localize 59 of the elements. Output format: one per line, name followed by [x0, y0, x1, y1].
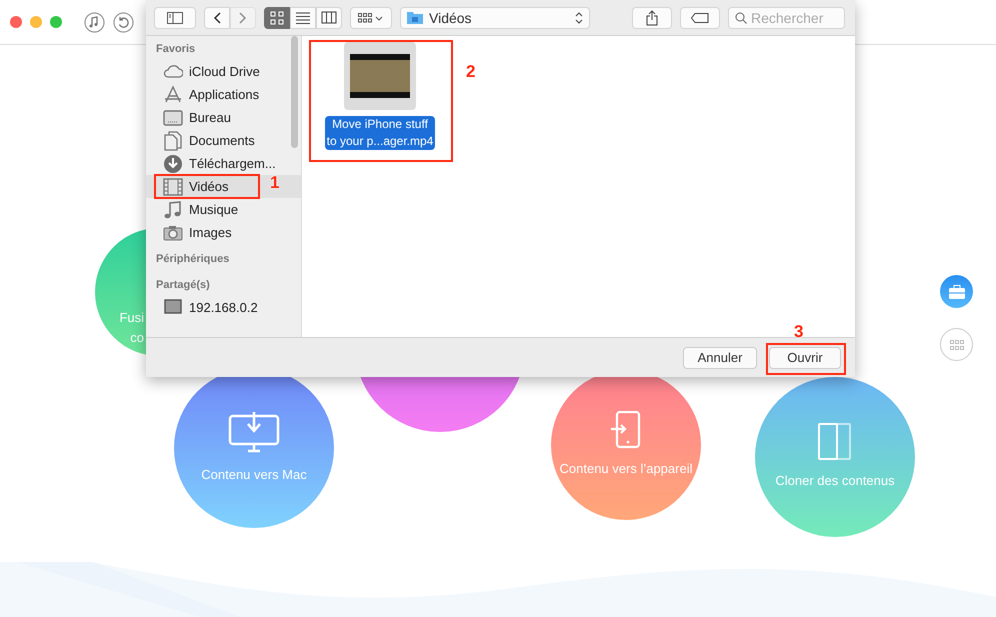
- feature-label: Contenu vers l’appareil: [560, 460, 692, 478]
- music-note-icon[interactable]: [84, 12, 105, 32]
- sidebar-heading: Favoris: [155, 42, 196, 57]
- sidebar-item[interactable]: Documents: [146, 129, 301, 152]
- scrollbar-thumb[interactable]: [291, 36, 298, 148]
- feature-label: Contenu vers Mac: [201, 466, 307, 484]
- view-mode-button[interactable]: [264, 6, 290, 28]
- toolbox-button[interactable]: [940, 275, 973, 308]
- grid-dropdown-icon: [358, 12, 384, 22]
- feature-label: Fusi co: [119, 309, 144, 347]
- refresh-icon[interactable]: [113, 12, 134, 32]
- sidebar-toggle-button[interactable]: [154, 6, 196, 28]
- grid-icon: [950, 340, 964, 350]
- back-button[interactable]: [204, 6, 230, 28]
- desktop-icon: [163, 108, 183, 128]
- folder-icon: [407, 11, 423, 24]
- tag-button[interactable]: [680, 6, 720, 28]
- chevron-left-icon: [213, 12, 221, 24]
- step-number: 1: [270, 173, 280, 193]
- sidebar-item[interactable]: Musique: [146, 198, 301, 221]
- location-dropdown[interactable]: Vidéos: [400, 6, 590, 28]
- document-icon: [163, 130, 183, 150]
- share-icon: [646, 10, 658, 26]
- cancel-button[interactable]: Annuler: [683, 346, 757, 368]
- phone-import-icon: [611, 411, 641, 449]
- sidebar-heading: Périphériques: [155, 252, 230, 267]
- feature-label: Cloner des contenus: [775, 472, 895, 490]
- step-number: 2: [466, 62, 476, 82]
- download-icon: [163, 154, 183, 174]
- video-thumbnail[interactable]: [344, 42, 416, 110]
- share-button[interactable]: [632, 6, 672, 28]
- sidebar-icon: [167, 12, 183, 24]
- sidebar-heading: Partagé(s): [155, 278, 211, 293]
- sidebar-item[interactable]: Bureau: [146, 106, 301, 129]
- up-down-chevron-icon: [575, 12, 583, 24]
- two-phones-icon: [818, 423, 852, 461]
- close-button[interactable]: [10, 16, 22, 28]
- sidebar-item[interactable]: Images: [146, 221, 301, 244]
- monitor-download-icon: [228, 411, 280, 455]
- film-icon: [163, 176, 183, 196]
- columns-view-icon: [321, 10, 337, 26]
- search-icon: [735, 12, 747, 24]
- step-number: 3: [794, 322, 804, 342]
- icons-view-icon: [269, 10, 285, 26]
- music-icon: [163, 200, 183, 220]
- briefcase-icon: [948, 284, 964, 298]
- arrange-button[interactable]: [350, 6, 392, 28]
- sidebar-item[interactable]: Applications: [146, 83, 301, 106]
- open-button[interactable]: Ouvrir: [769, 346, 841, 368]
- tag-icon: [691, 12, 709, 22]
- sidebar-item[interactable]: Téléchargem...: [146, 152, 301, 175]
- list-view-icon: [295, 10, 311, 26]
- sidebar-item[interactable]: 192.168.0.2: [146, 296, 301, 319]
- search-field[interactable]: Rechercher: [728, 6, 845, 28]
- sidebar-item[interactable]: iCloud Drive: [146, 60, 301, 83]
- photo-placeholder: [350, 54, 410, 98]
- apps-icon: [163, 84, 183, 104]
- chevron-right-icon: [239, 12, 247, 24]
- file-name[interactable]: Move iPhone stuff to your p...ager.mp4: [324, 116, 436, 150]
